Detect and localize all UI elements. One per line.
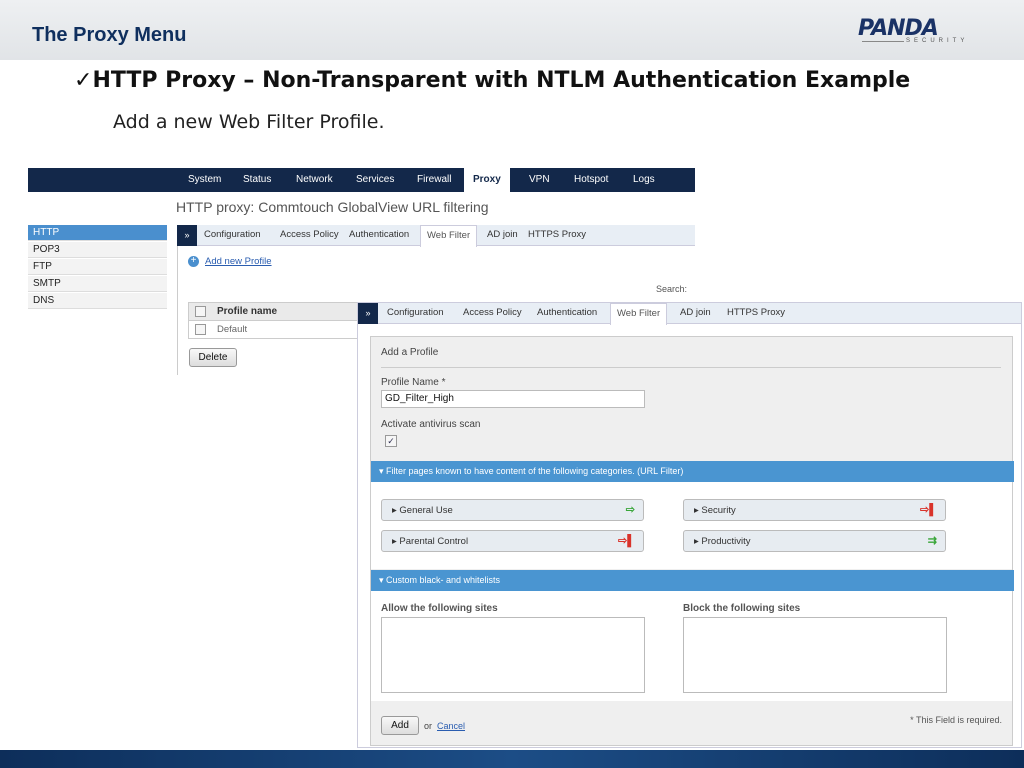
tab-bar: » Configuration Access Policy Authentica… [358,303,1021,325]
add-button[interactable]: Add [381,716,419,735]
table-header: Profile name [189,303,357,321]
slide-title: The Proxy Menu [32,24,187,46]
tab-https-proxy[interactable]: HTTPS Proxy [727,303,785,324]
row-checkbox[interactable] [195,324,206,335]
nav-system[interactable]: System [188,168,221,192]
nav-hotspot[interactable]: Hotspot [574,168,608,192]
tab-https-proxy[interactable]: HTTPS Proxy [528,225,586,246]
or-text: or [424,721,433,731]
categories-area [371,482,1012,569]
tab-authentication[interactable]: Authentication [537,303,597,324]
profile-name-input[interactable]: GD_Filter_High [381,390,645,408]
sidebar-item-smtp[interactable]: SMTP [28,276,167,292]
tab-web-filter[interactable]: Web Filter [610,303,668,325]
divider [177,245,178,375]
nav-status[interactable]: Status [243,168,271,192]
nav-vpn[interactable]: VPN [529,168,550,192]
nav-network[interactable]: Network [296,168,333,192]
sidebar-item-pop3[interactable]: POP3 [28,242,167,258]
top-nav: System Status Network Services Firewall … [28,168,695,192]
block-arrow-icon: ⇨▌ [919,504,937,516]
nav-logs[interactable]: Logs [633,168,655,192]
section-title: Add a Profile [381,347,439,358]
slide-subtitle: Add a new Web Filter Profile. [113,111,385,133]
required-note: * This Field is required. [910,715,1002,725]
panda-logo: PANDA SECURITY [858,16,969,44]
sidebar-item-dns[interactable]: DNS [28,293,167,309]
add-profile-panel: » Configuration Access Policy Authentica… [357,302,1022,748]
category-parental-control[interactable]: ▸ Parental Control ⇨▌ [381,530,644,552]
page-heading: HTTP proxy: Commtouch GlobalView URL fil… [176,199,489,215]
expand-icon[interactable]: » [177,225,197,246]
tab-ad-join[interactable]: AD join [680,303,711,324]
check-icon: ✓ [74,68,93,93]
tab-bar-back: » Configuration Access Policy Authentica… [177,225,695,247]
sidebar-item-http[interactable]: HTTP [28,225,167,241]
column-profile-name: Profile name [217,306,278,317]
tab-access-policy[interactable]: Access Policy [463,303,522,324]
custom-lists-header[interactable]: ▾ Custom black- and whitelists [371,570,1014,591]
url-filter-header[interactable]: ▾ Filter pages known to have content of … [371,461,1014,482]
allow-sites-textarea[interactable] [381,617,645,693]
profile-name-label: Profile Name * [381,377,446,388]
nav-firewall[interactable]: Firewall [417,168,451,192]
slide-footer [0,750,1024,768]
block-label: Block the following sites [683,603,801,614]
divider [381,367,1001,368]
allow-arrow-icon: ⇨ [625,504,635,516]
slide-heading: ✓HTTP Proxy – Non-Transparent with NTLM … [74,68,911,93]
select-all-checkbox[interactable] [195,306,206,317]
add-icon[interactable]: + [188,256,199,267]
cancel-link[interactable]: Cancel [437,721,465,731]
expand-icon[interactable]: » [358,303,378,324]
block-arrow-icon: ⇨▌ [617,535,635,547]
tab-authentication[interactable]: Authentication [349,225,409,246]
search-label: Search: [656,284,688,294]
category-productivity[interactable]: ▸ Productivity ⇉ [683,530,946,552]
tab-ad-join[interactable]: AD join [487,225,518,246]
mixed-arrow-icon: ⇉ [927,535,937,547]
tab-access-policy[interactable]: Access Policy [280,225,339,246]
category-security[interactable]: ▸ Security ⇨▌ [683,499,946,521]
delete-button[interactable]: Delete [189,348,237,367]
tab-configuration[interactable]: Configuration [387,303,444,324]
antivirus-label: Activate antivirus scan [381,419,481,430]
add-new-profile-link[interactable]: Add new Profile [205,256,272,267]
tab-configuration[interactable]: Configuration [204,225,261,246]
block-sites-textarea[interactable] [683,617,947,693]
profile-form: Add a Profile Profile Name * GD_Filter_H… [370,336,1014,746]
table-row[interactable]: Default [217,324,247,335]
nav-services[interactable]: Services [356,168,394,192]
antivirus-checkbox[interactable]: ✓ [385,435,397,447]
category-general-use[interactable]: ▸ General Use ⇨ [381,499,644,521]
profile-table: Profile name Default [188,302,358,339]
sidebar-item-ftp[interactable]: FTP [28,259,167,275]
tab-web-filter[interactable]: Web Filter [420,225,478,247]
nav-proxy[interactable]: Proxy [464,168,510,192]
allow-label: Allow the following sites [381,603,498,614]
